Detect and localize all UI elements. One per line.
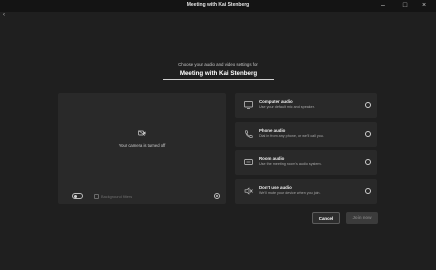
- option-title: Don't use audio: [259, 185, 292, 190]
- background-filters-button[interactable]: Background filters: [101, 194, 132, 199]
- radio-button[interactable]: [365, 102, 371, 108]
- join-now-button[interactable]: Join now: [346, 212, 378, 224]
- minimize-button[interactable]: –: [377, 1, 389, 11]
- option-description: Use the meeting room's audio system.: [259, 162, 322, 166]
- option-title: Computer audio: [259, 99, 293, 104]
- camera-off-text: Your camera is turned off: [118, 143, 166, 148]
- cancel-button[interactable]: Cancel: [312, 212, 340, 224]
- audio-option-computer[interactable]: Computer audio Use your default mic and …: [235, 93, 377, 118]
- computer-audio-icon: [244, 101, 253, 109]
- background-filters-icon: [94, 194, 99, 199]
- audio-option-phone[interactable]: Phone audio Dial in from any phone, or w…: [235, 122, 377, 147]
- option-description: We'll mute your device when you join.: [259, 191, 321, 195]
- no-audio-icon: [244, 187, 253, 195]
- video-preview: [58, 93, 226, 204]
- title-bar: Meeting with Kai Stenberg – □ ×: [0, 0, 436, 12]
- option-description: Use your default mic and speaker.: [259, 105, 315, 109]
- camera-toggle[interactable]: [72, 193, 83, 199]
- chevron-left-icon[interactable]: ‹: [3, 12, 5, 18]
- radio-button[interactable]: [365, 188, 371, 194]
- meeting-name-field[interactable]: Meeting with Kai Stenberg: [163, 69, 274, 80]
- option-title: Phone audio: [259, 128, 286, 133]
- option-description: Dial in from any phone, or we'll call yo…: [259, 134, 324, 138]
- device-settings-icon[interactable]: [214, 193, 220, 199]
- close-button[interactable]: ×: [418, 1, 430, 11]
- radio-button[interactable]: [365, 131, 371, 137]
- audio-option-none[interactable]: Don't use audio We'll mute your device w…: [235, 179, 377, 204]
- phone-audio-icon: [245, 130, 253, 138]
- option-title: Room audio: [259, 156, 285, 161]
- settings-subtitle: Choose your audio and video settings for: [178, 62, 258, 67]
- audio-option-room[interactable]: Room audio Use the meeting room's audio …: [235, 150, 377, 175]
- camera-off-icon: [138, 130, 146, 136]
- maximize-button[interactable]: □: [399, 1, 411, 11]
- window-title: Meeting with Kai Stenberg: [186, 2, 250, 8]
- radio-button[interactable]: [365, 159, 371, 165]
- room-audio-icon: [244, 159, 253, 165]
- toggle-knob: [74, 195, 77, 198]
